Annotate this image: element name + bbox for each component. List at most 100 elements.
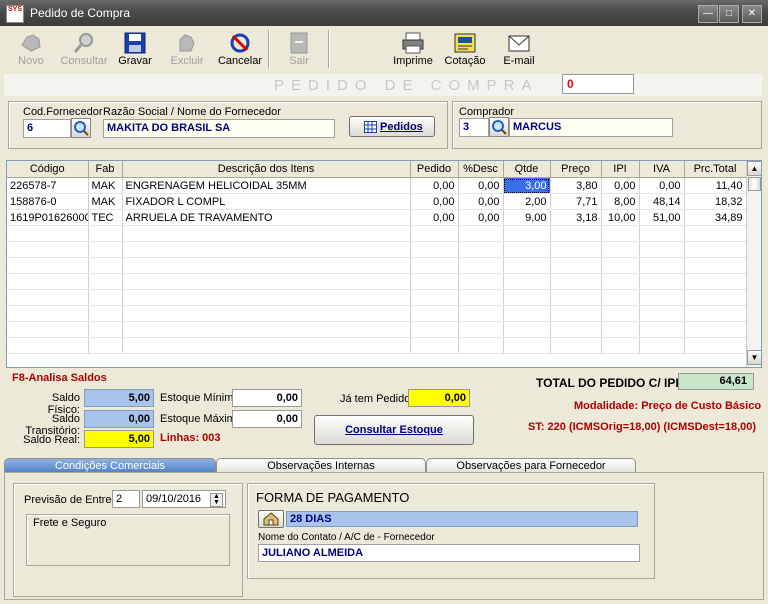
col-header-pedido[interactable]: Pedido xyxy=(410,161,459,178)
cell-prctotal[interactable] xyxy=(684,257,747,274)
scroll-up-button[interactable]: ▲ xyxy=(747,161,761,176)
cell-descricao[interactable] xyxy=(122,225,411,242)
scroll-thumb[interactable] xyxy=(748,177,761,191)
cell-fab[interactable] xyxy=(88,289,123,306)
excluir-button[interactable]: Excluir xyxy=(166,28,208,70)
cell-ipi[interactable] xyxy=(601,289,640,306)
minimize-button[interactable]: — xyxy=(698,5,718,23)
cell-pedido[interactable]: 0,00 xyxy=(410,209,459,226)
grid-scrollbar[interactable]: ▲ ▼ xyxy=(746,161,761,367)
cell-ipi[interactable] xyxy=(601,305,640,322)
cell-ipi[interactable]: 8,00 xyxy=(601,193,640,210)
cell-preco[interactable] xyxy=(550,289,602,306)
cell-codigo[interactable] xyxy=(7,273,89,290)
col-header-preco[interactable]: Preço xyxy=(550,161,602,178)
empty-table-row[interactable] xyxy=(7,321,747,338)
cell-prctotal[interactable]: 11,40 xyxy=(684,177,747,194)
col-header-iva[interactable]: IVA xyxy=(639,161,685,178)
cell-codigo[interactable] xyxy=(7,225,89,242)
cell-descricao[interactable] xyxy=(122,321,411,338)
maximize-button[interactable]: □ xyxy=(719,5,739,23)
cell-prctotal[interactable] xyxy=(684,273,747,290)
cell-iva[interactable] xyxy=(639,257,685,274)
cell-ipi[interactable] xyxy=(601,321,640,338)
tab-observacoes-fornecedor[interactable]: Observações para Fornecedor xyxy=(426,458,636,473)
cell-ipi[interactable] xyxy=(601,225,640,242)
cotacao-button[interactable]: Cotação xyxy=(444,28,486,70)
cell-iva[interactable] xyxy=(639,273,685,290)
cell-prctotal[interactable]: 18,32 xyxy=(684,193,747,210)
cell-codigo[interactable] xyxy=(7,305,89,322)
cell-descricao[interactable] xyxy=(122,241,411,258)
cell-fab[interactable] xyxy=(88,273,123,290)
cell-preco[interactable] xyxy=(550,337,602,354)
cell-iva[interactable] xyxy=(639,241,685,258)
order-number-field[interactable]: 0 xyxy=(562,74,634,94)
cell-iva[interactable]: 51,00 xyxy=(639,209,685,226)
cell-desc[interactable] xyxy=(458,305,504,322)
cod-fornecedor-input[interactable]: 6 xyxy=(23,119,71,138)
forma-pagamento-lookup-button[interactable] xyxy=(258,510,284,528)
col-header-prctotal[interactable]: Prc.Total xyxy=(684,161,747,178)
cell-iva[interactable]: 0,00 xyxy=(639,177,685,194)
empty-table-row[interactable] xyxy=(7,225,747,242)
col-header-ipi[interactable]: IPI xyxy=(601,161,640,178)
email-button[interactable]: E-mail xyxy=(498,28,540,70)
cell-desc[interactable] xyxy=(458,257,504,274)
forma-pagamento-value[interactable]: 28 DIAS xyxy=(286,511,638,527)
cell-preco[interactable] xyxy=(550,305,602,322)
tab-condicoes-comerciais[interactable]: Condições Comerciais xyxy=(4,458,216,473)
cell-pedido[interactable] xyxy=(410,289,459,306)
cell-codigo[interactable]: 226578-7 xyxy=(7,177,89,194)
cell-pedido[interactable] xyxy=(410,337,459,354)
cell-fab[interactable]: MAK xyxy=(88,193,123,210)
cell-qtde[interactable] xyxy=(503,305,551,322)
cell-qtde[interactable] xyxy=(503,225,551,242)
cell-descricao[interactable]: ARRUELA DE TRAVAMENTO xyxy=(122,209,411,226)
table-row[interactable]: 158876-0 MAK FIXADOR L COMPL 0,00 0,00 2,00 7,… xyxy=(7,193,747,210)
cell-pedido[interactable] xyxy=(410,305,459,322)
gravar-button[interactable]: Gravar xyxy=(114,28,156,70)
cell-iva[interactable]: 48,14 xyxy=(639,193,685,210)
cell-descricao[interactable]: ENGRENAGEM HELICOIDAL 35MM xyxy=(122,177,411,194)
cell-fab[interactable]: TEC xyxy=(88,209,123,226)
cell-preco[interactable]: 3,80 xyxy=(550,177,602,194)
cell-qtde[interactable] xyxy=(503,321,551,338)
cell-qtde[interactable] xyxy=(503,289,551,306)
cell-preco[interactable]: 7,71 xyxy=(550,193,602,210)
cell-preco[interactable]: 3,18 xyxy=(550,209,602,226)
col-header-descricao[interactable]: Descrição dos Itens xyxy=(122,161,411,178)
cell-descricao[interactable]: FIXADOR L COMPL xyxy=(122,193,411,210)
pedidos-button[interactable]: Pedidos xyxy=(349,116,435,137)
empty-table-row[interactable] xyxy=(7,337,747,354)
table-row[interactable]: 1619P01626000 TEC ARRUELA DE TRAVAMENTO 0,0… xyxy=(7,209,747,226)
cell-pedido[interactable] xyxy=(410,257,459,274)
cell-ipi[interactable]: 10,00 xyxy=(601,209,640,226)
cell-qtde[interactable]: 3,00 xyxy=(503,177,551,194)
cell-preco[interactable] xyxy=(550,257,602,274)
consultar-button[interactable]: Consultar xyxy=(60,28,108,70)
cell-prctotal[interactable] xyxy=(684,241,747,258)
tab-observacoes-internas[interactable]: Observações Internas xyxy=(216,458,426,473)
cell-iva[interactable] xyxy=(639,289,685,306)
cell-iva[interactable] xyxy=(639,225,685,242)
cancelar-button[interactable]: Cancelar xyxy=(216,28,264,70)
cell-pedido[interactable] xyxy=(410,225,459,242)
cell-preco[interactable] xyxy=(550,225,602,242)
cell-codigo[interactable]: 158876-0 xyxy=(7,193,89,210)
cell-descricao[interactable] xyxy=(122,289,411,306)
empty-table-row[interactable] xyxy=(7,289,747,306)
empty-table-row[interactable] xyxy=(7,257,747,274)
cell-descricao[interactable] xyxy=(122,257,411,274)
cell-qtde[interactable] xyxy=(503,337,551,354)
cell-codigo[interactable] xyxy=(7,337,89,354)
cell-desc[interactable] xyxy=(458,273,504,290)
cell-desc[interactable] xyxy=(458,321,504,338)
fornecedor-lookup-button[interactable] xyxy=(71,118,91,138)
cell-iva[interactable] xyxy=(639,305,685,322)
empty-table-row[interactable] xyxy=(7,241,747,258)
cell-ipi[interactable] xyxy=(601,273,640,290)
cell-codigo[interactable] xyxy=(7,321,89,338)
cell-pedido[interactable] xyxy=(410,321,459,338)
col-header-desc[interactable]: %Desc xyxy=(458,161,504,178)
